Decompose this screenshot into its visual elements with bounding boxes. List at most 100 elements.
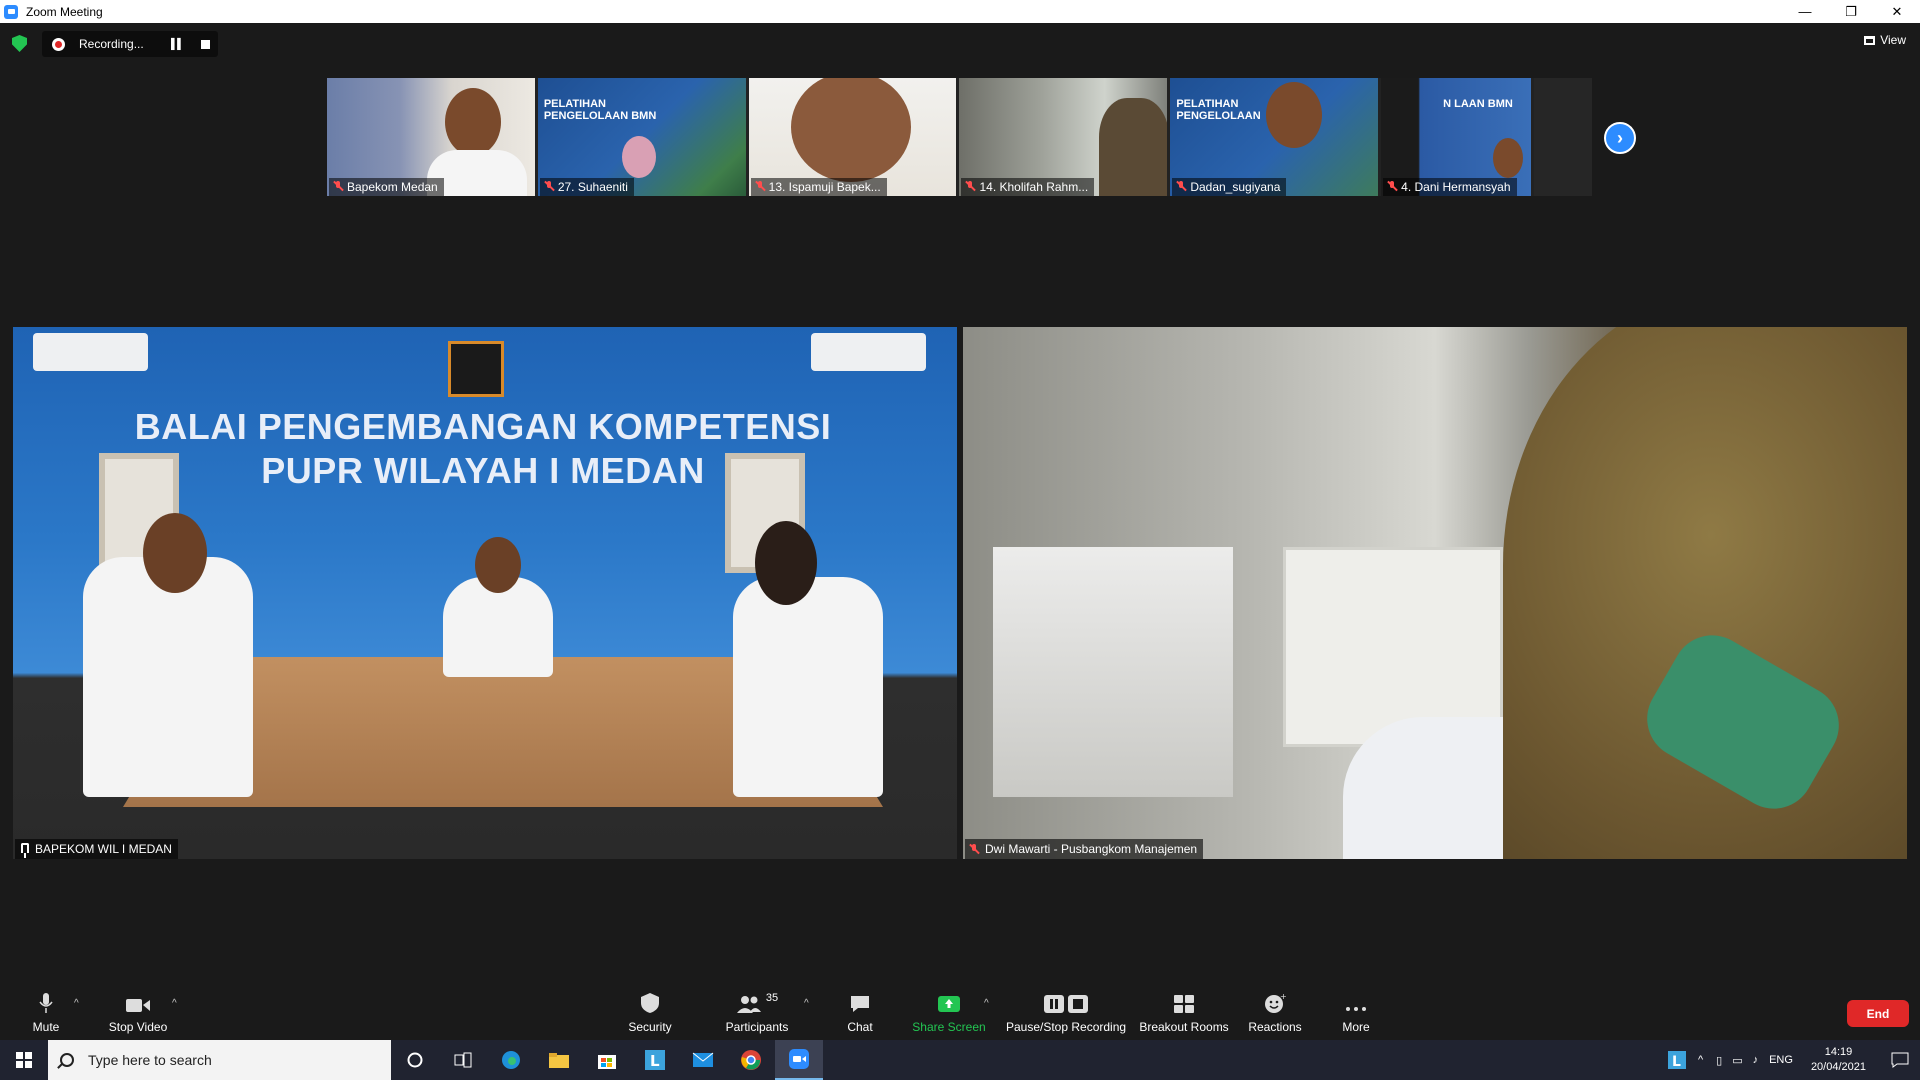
chat-label: Chat xyxy=(847,1020,873,1034)
svg-text:L: L xyxy=(650,1052,660,1070)
end-meeting-button[interactable]: End xyxy=(1847,1000,1909,1027)
stop-video-button[interactable]: Stop Video xyxy=(104,980,172,1040)
recording-status: Recording... xyxy=(79,37,144,51)
microphone-icon xyxy=(39,986,53,1014)
close-button[interactable]: ✕ xyxy=(1874,0,1920,23)
participant-thumbnail[interactable]: 14. Kholifah Rahm... xyxy=(959,78,1168,196)
chat-button[interactable]: Chat xyxy=(842,980,878,1040)
next-page-arrow-icon[interactable]: › xyxy=(1604,122,1636,154)
pause-stop-recording-label: Pause/Stop Recording xyxy=(1005,1020,1127,1034)
participant-face xyxy=(1493,138,1524,178)
thumbnail-banner: PELATIHAN PENGELOLAAN BMN xyxy=(543,98,657,122)
mic-muted-icon xyxy=(755,181,765,191)
l-app-icon[interactable]: L xyxy=(631,1040,679,1080)
windows-start-icon[interactable] xyxy=(0,1040,48,1080)
reactions-button[interactable]: + Reactions xyxy=(1246,980,1304,1040)
svg-text:+: + xyxy=(1280,992,1286,1001)
system-tray: L ^ ▯ ▭ ♪ ENG 14:19 20/04/2021 xyxy=(1664,1040,1920,1080)
svg-text:L: L xyxy=(1672,1054,1681,1070)
pin-icon xyxy=(21,843,29,858)
meeting-top-bar: Recording... ▌▌ View xyxy=(0,23,1920,63)
main-video-left[interactable]: BALAI PENGEMBANGAN KOMPETENSI PUPR WILAY… xyxy=(13,327,957,859)
breakout-rooms-label: Breakout Rooms xyxy=(1139,1020,1229,1034)
security-button[interactable]: Security xyxy=(622,980,678,1040)
security-shield-icon xyxy=(640,986,660,1014)
thumbnail-name: Dadan_sugiyana xyxy=(1190,180,1281,194)
share-options-caret-icon[interactable]: ^ xyxy=(984,998,989,1009)
thumbnail-empty-slot xyxy=(1534,78,1592,196)
meeting-toolbar: Mute ^ Stop Video ^ Security 35 Particip… xyxy=(0,980,1920,1040)
participant-thumbnail[interactable]: PELATIHAN PENGELOLAAN BMN 27. Suhaeniti xyxy=(537,78,746,196)
edge-browser-icon[interactable] xyxy=(487,1040,535,1080)
mute-label: Mute xyxy=(32,1020,60,1034)
participant-face xyxy=(1099,98,1168,196)
participant-thumbnail[interactable]: PELATIHAN PENGELOLAAN Dadan_sugiyana xyxy=(1170,78,1379,196)
person-left-head xyxy=(143,513,207,593)
pause-recording-icon[interactable]: ▌▌ xyxy=(171,39,184,50)
breakout-rooms-button[interactable]: Breakout Rooms xyxy=(1139,980,1229,1040)
pause-stop-recording-icon xyxy=(1043,986,1089,1014)
restore-button[interactable]: ❐ xyxy=(1828,0,1874,23)
language-indicator[interactable]: ENG xyxy=(1769,1054,1793,1066)
air-conditioner xyxy=(33,333,148,371)
video-options-caret-icon[interactable]: ^ xyxy=(172,998,177,1009)
mic-muted-icon xyxy=(965,181,975,191)
thumbnail-name-tag: 27. Suhaeniti xyxy=(539,178,634,196)
taskbar-search-box[interactable]: Type here to search xyxy=(48,1040,391,1080)
zoom-taskbar-icon[interactable] xyxy=(775,1040,823,1080)
person-right xyxy=(733,577,883,797)
volume-icon[interactable]: ♪ xyxy=(1753,1054,1759,1066)
network-icon[interactable]: ▭ xyxy=(1732,1054,1742,1067)
office-cabinet xyxy=(993,547,1233,797)
breakout-rooms-icon xyxy=(1173,986,1195,1014)
pause-stop-recording-button[interactable]: Pause/Stop Recording xyxy=(1006,980,1126,1040)
mute-button[interactable]: Mute xyxy=(24,980,68,1040)
taskbar-clock[interactable]: 14:19 20/04/2021 xyxy=(1811,1045,1866,1075)
participant-thumbnail[interactable]: Bapekom Medan xyxy=(327,78,535,196)
thumbnail-name: 13. Ispamuji Bapek... xyxy=(768,180,881,194)
share-screen-button[interactable]: Share Screen xyxy=(912,980,986,1040)
video-name-tag: Dwi Mawarti - Pusbangkom Manajemen xyxy=(965,839,1204,859)
meeting-area: Recording... ▌▌ View Bapekom Medan PELAT… xyxy=(0,23,1920,980)
cortana-icon[interactable] xyxy=(391,1040,439,1080)
video-name: Dwi Mawarti - Pusbangkom Manajemen xyxy=(985,842,1198,856)
thumbnail-name-tag: 4. Dani Hermansyah xyxy=(1383,178,1517,196)
microsoft-store-icon[interactable] xyxy=(583,1040,631,1080)
chrome-browser-icon[interactable] xyxy=(727,1040,775,1080)
stop-video-label: Stop Video xyxy=(108,1020,168,1034)
person-center-head xyxy=(475,537,521,593)
gallery-grid-icon xyxy=(1864,35,1876,45)
thumbnail-name: 27. Suhaeniti xyxy=(557,180,628,194)
participants-options-caret-icon[interactable]: ^ xyxy=(804,998,809,1009)
audio-options-caret-icon[interactable]: ^ xyxy=(74,998,79,1009)
battery-icon[interactable]: ▯ xyxy=(1716,1054,1722,1067)
thumbnail-name-tag: 14. Kholifah Rahm... xyxy=(961,178,1095,196)
chat-bubble-icon xyxy=(849,986,871,1014)
participant-thumbnail[interactable]: 13. Ispamuji Bapek... xyxy=(748,78,957,196)
video-name-tag: BAPEKOM WIL I MEDAN xyxy=(15,839,178,859)
participant-thumbnail[interactable]: N LAAN BMN 4. Dani Hermansyah xyxy=(1381,78,1532,196)
notifications-icon[interactable] xyxy=(1880,1040,1920,1080)
view-button[interactable]: View xyxy=(1864,33,1906,47)
stop-recording-icon[interactable] xyxy=(201,39,211,49)
mic-muted-icon xyxy=(969,844,979,854)
more-button[interactable]: More xyxy=(1340,980,1372,1040)
encryption-shield-icon[interactable] xyxy=(12,35,27,52)
participants-button[interactable]: 35 Participants xyxy=(722,980,792,1040)
main-video-right[interactable]: Dwi Mawarti - Pusbangkom Manajemen xyxy=(963,327,1907,859)
l-tray-icon[interactable]: L xyxy=(1664,1040,1690,1080)
minimize-button[interactable]: — xyxy=(1782,0,1828,23)
thumbnail-name-tag: Bapekom Medan xyxy=(329,178,444,196)
participants-label: Participants xyxy=(725,1020,789,1034)
search-icon xyxy=(60,1053,74,1067)
participants-icon: 35 xyxy=(736,986,778,1014)
mail-icon[interactable] xyxy=(679,1040,727,1080)
task-view-icon[interactable] xyxy=(439,1040,487,1080)
participant-face xyxy=(445,88,501,156)
file-explorer-icon[interactable] xyxy=(535,1040,583,1080)
participant-thumbnail-strip: Bapekom Medan PELATIHAN PENGELOLAAN BMN … xyxy=(327,78,1592,196)
participant-face xyxy=(790,78,911,182)
thumbnail-name-tag: 13. Ispamuji Bapek... xyxy=(750,178,887,196)
thumbnail-name-tag: Dadan_sugiyana xyxy=(1172,178,1287,196)
tray-expand-chevron-icon[interactable]: ^ xyxy=(1698,1054,1703,1066)
